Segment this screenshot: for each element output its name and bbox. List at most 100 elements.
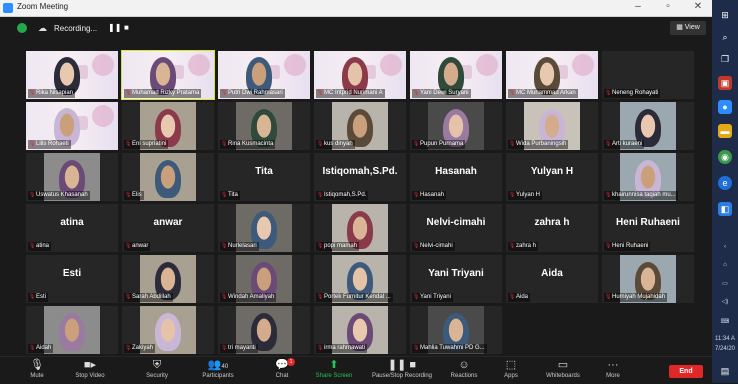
participant-name-label: 🎙Tita xyxy=(220,191,240,200)
muted-mic-icon: 🎙 xyxy=(29,90,36,96)
muted-mic-icon: 🎙 xyxy=(509,294,516,300)
close-icon[interactable]: ✕ xyxy=(690,1,706,12)
participant-display-name: Aida xyxy=(541,268,563,279)
participant-tile[interactable]: 🎙popi mamah xyxy=(314,204,406,252)
security-button[interactable]: ⛨ Security xyxy=(141,358,173,383)
participant-tile[interactable]: anwar 🎙anwar xyxy=(122,204,214,252)
participant-tile[interactable]: 🎙irma rahmawati xyxy=(314,306,406,354)
muted-mic-icon: 🎙 xyxy=(125,345,132,351)
pause-recording-icon[interactable]: ❚❚ xyxy=(108,23,121,33)
clock-time[interactable]: 11:34 A xyxy=(714,336,736,342)
participant-tile[interactable]: 🎙tri mayanti xyxy=(218,306,310,354)
participant-tile[interactable]: Aida 🎙Aida xyxy=(506,255,598,303)
participant-name-text: Nelvi-cimahi xyxy=(420,243,453,249)
whiteboards-button[interactable]: ▭ Whiteboards xyxy=(540,358,586,383)
apps-button[interactable]: ⬚ Apps xyxy=(500,358,522,383)
participant-tile[interactable]: 🎙Aidah xyxy=(26,306,118,354)
participant-tile[interactable]: 🎙Elis xyxy=(122,153,214,201)
search-icon[interactable]: ⌕ xyxy=(718,30,732,44)
stop-recording-icon[interactable]: ■ xyxy=(124,23,134,33)
participant-tile[interactable]: 🎙Arti kuraeni xyxy=(602,102,694,150)
windows-start-icon[interactable]: ⊞ xyxy=(718,8,732,22)
view-button[interactable]: ▦ View xyxy=(670,21,706,35)
file-explorer-icon[interactable]: ▬ xyxy=(718,124,732,138)
participant-tile[interactable]: Hasanah 🎙Hasanah xyxy=(410,153,502,201)
participant-tile[interactable]: Heni Ruhaeni 🎙Heni Ruhaeni xyxy=(602,204,694,252)
battery-icon[interactable]: ▭ xyxy=(714,280,736,287)
end-meeting-button[interactable]: End xyxy=(669,365,703,378)
participant-tile[interactable]: 🎙Sarah Abdillah xyxy=(122,255,214,303)
reactions-button[interactable]: ☺ Reactions xyxy=(446,358,482,383)
participant-tile[interactable]: 🎙MC Muhammad Arkan xyxy=(506,51,598,99)
participant-tile[interactable]: 🎙Zakiyah xyxy=(122,306,214,354)
zoom-app-icon[interactable]: ● xyxy=(718,100,732,114)
participant-tile[interactable]: Tita 🎙Tita xyxy=(218,153,310,201)
more-button[interactable]: ··· More xyxy=(600,358,626,383)
recording-label: Recording... xyxy=(54,24,98,33)
participant-name-text: Humiyah Mujahidah xyxy=(612,294,666,300)
participant-name-label: 🎙Elis xyxy=(124,191,144,200)
notification-icon[interactable]: ▤ xyxy=(718,364,732,378)
participant-tile[interactable]: 🎙Lilis Rohaeti xyxy=(26,102,118,150)
participant-name-label: 🎙kus dinyah xyxy=(316,140,355,149)
participant-tile[interactable]: 🎙Eni supriatini xyxy=(122,102,214,150)
participant-display-name: Esti xyxy=(62,268,82,279)
participants-button[interactable]: 👥40 Participants xyxy=(196,358,240,383)
task-view-icon[interactable]: ❐ xyxy=(718,52,732,66)
keyboard-icon[interactable]: ⌨ xyxy=(714,318,736,325)
participant-tile[interactable]: Yani Triyani 🎙Yani Triyani xyxy=(410,255,502,303)
participant-tile[interactable]: zahra h 🎙zahra h xyxy=(506,204,598,252)
participant-tile[interactable]: 🎙Pupun Purnama xyxy=(410,102,502,150)
participant-tile[interactable]: atina 🎙atina xyxy=(26,204,118,252)
participant-tile[interactable]: 🎙Portek Furnitur Kendal ... xyxy=(314,255,406,303)
volume-icon[interactable]: ◁) xyxy=(714,298,736,305)
participant-tile[interactable]: 🎙khairunnisa taqiah mu... xyxy=(602,153,694,201)
muted-mic-icon: 🎙 xyxy=(413,243,420,249)
windows-taskbar: ⊞ ⌕ ❐ ▣ ● ▬ ◉ e ◧ ‹ ⌂ ▭ ◁) ⌨ 11:34 A 7/2… xyxy=(712,0,738,383)
participant-tile[interactable]: 🎙Putri Dwi Rahmasari xyxy=(218,51,310,99)
show-hidden-icons[interactable]: ‹ xyxy=(714,244,736,250)
participant-tile[interactable]: 🎙Mahlia Tuwahmi PD G... xyxy=(410,306,502,354)
title-bar: Zoom Meeting – ▫ ✕ xyxy=(0,0,712,17)
app-icon[interactable]: ▣ xyxy=(718,76,732,90)
participant-tile[interactable]: Nelvi-cimahi 🎙Nelvi-cimahi xyxy=(410,204,502,252)
participant-tile[interactable]: Yulyan H 🎙Yulyan H xyxy=(506,153,598,201)
security-shield-icon[interactable] xyxy=(17,23,27,33)
participant-tile[interactable]: 🎙Windah Amaliyah xyxy=(218,255,310,303)
maximize-icon[interactable]: ▫ xyxy=(660,1,676,12)
participant-name-text: Pupun Purnama xyxy=(420,141,464,147)
edge-icon[interactable]: e xyxy=(718,176,732,190)
participant-name-label: 🎙MC Intprid Nurimani A xyxy=(316,89,385,98)
chrome-icon[interactable]: ◉ xyxy=(718,150,732,164)
participant-tile[interactable]: 🎙Humiyah Mujahidah xyxy=(602,255,694,303)
participant-tile[interactable]: Esti 🎙Esti xyxy=(26,255,118,303)
emoji-icon: ☺ xyxy=(458,359,470,371)
store-icon[interactable]: ◧ xyxy=(718,202,732,216)
participant-tile[interactable]: 🎙Uswatus Khasanah xyxy=(26,153,118,201)
participant-name-text: Tita xyxy=(228,192,238,198)
muted-mic-icon: 🎙 xyxy=(413,294,420,300)
network-icon[interactable]: ⌂ xyxy=(714,262,736,268)
muted-mic-icon: 🎙 xyxy=(509,192,516,198)
participant-tile[interactable]: 🎙MC Intprid Nurimani A xyxy=(314,51,406,99)
participant-tile[interactable]: 🎙Wida Purbaningsih xyxy=(506,102,598,150)
participant-tile[interactable]: 🎙kus dinyah xyxy=(314,102,406,150)
participant-tile[interactable]: 🎙Muhamad Rizky Pratama xyxy=(121,50,215,100)
participant-tile[interactable]: 🎙Yani Dewi Suryani xyxy=(410,51,502,99)
chat-badge: 1 xyxy=(287,358,295,366)
participant-name-label: 🎙Arti kuraeni xyxy=(604,140,645,149)
mute-button[interactable]: 🎙 Mute xyxy=(26,358,48,383)
pause-stop-recording-button[interactable]: ❚❚ ■ Pause/Stop Recording xyxy=(366,358,438,383)
minimize-icon[interactable]: – xyxy=(630,1,646,12)
stop-video-button[interactable]: ■▸ Stop Video xyxy=(70,358,110,383)
participant-tile[interactable]: 🎙Rika Nisapian xyxy=(26,51,118,99)
participant-tile[interactable]: 🎙Nurlelasari xyxy=(218,204,310,252)
participant-tile[interactable]: 🎙Rina Kusmacinta xyxy=(218,102,310,150)
clock-date[interactable]: 7/24/20 xyxy=(714,346,736,352)
participant-tile[interactable]: Istiqomah,S.Pd. 🎙Istiqomah,S.Pd. xyxy=(314,153,406,201)
participant-name-text: Istiqomah,S.Pd. xyxy=(324,192,367,198)
participant-name-text: Sarah Abdillah xyxy=(132,294,171,300)
participant-tile[interactable]: 🎙Neneng Rohayati xyxy=(602,51,694,99)
participant-name-label: 🎙Zakiyah xyxy=(124,344,156,353)
share-screen-button[interactable]: ⬆ Share Screen xyxy=(313,358,355,383)
